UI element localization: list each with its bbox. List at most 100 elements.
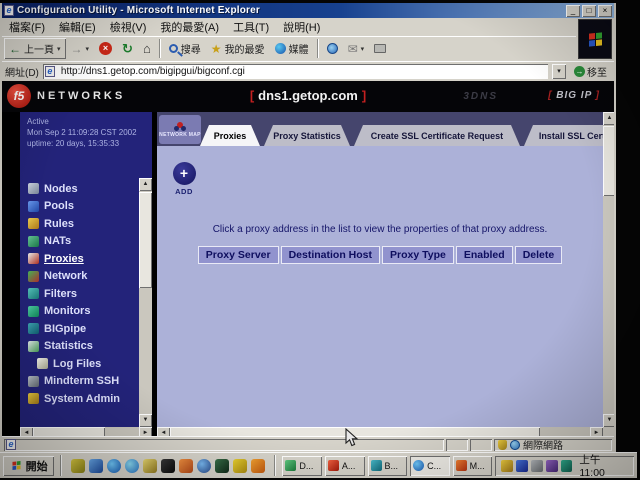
zone-shield-icon [498, 440, 507, 450]
menu-edit[interactable]: 編輯(E) [52, 18, 103, 36]
tray-icon-5[interactable] [561, 460, 573, 472]
tray-icon-1[interactable] [501, 460, 513, 472]
task-label: D... [299, 461, 313, 471]
history-button[interactable] [322, 38, 343, 59]
taskbar-window-button-3[interactable]: B... [368, 456, 408, 476]
quicklaunch-horn-icon[interactable] [251, 459, 265, 473]
sidebar-item-log-files[interactable]: Log Files [28, 355, 120, 373]
stop-icon: × [99, 42, 112, 55]
sidebar-vertical-scrollbar[interactable]: ▲ ▼ [139, 178, 152, 427]
scroll-up-icon[interactable]: ▲ [603, 112, 614, 125]
quicklaunch-acrobat-icon[interactable] [179, 459, 193, 473]
taskbar-window-button-5[interactable]: M... [453, 456, 493, 476]
sidebar-item-label: Rules [44, 218, 74, 230]
scroll-thumb[interactable] [139, 192, 152, 288]
menu-help[interactable]: 說明(H) [276, 18, 327, 36]
start-button[interactable]: 開始 [3, 456, 54, 476]
tab-install-ssl-certificate[interactable]: Install SSL Certifi [524, 125, 614, 146]
sidebar-item-bigpipe[interactable]: BIGpipe [28, 320, 120, 338]
home-button[interactable]: ⌂ [138, 38, 156, 59]
status-pane [470, 439, 492, 451]
sidebar-item-mindterm-ssh[interactable]: Mindterm SSH [28, 373, 120, 391]
favorites-button[interactable]: ★ 我的最愛 [206, 38, 270, 59]
sidebar-item-network[interactable]: Network [28, 268, 120, 286]
menu-view[interactable]: 檢視(V) [103, 18, 154, 36]
scroll-thumb[interactable] [603, 126, 614, 196]
column-delete[interactable]: Delete [515, 246, 563, 264]
mail-dropdown-icon[interactable]: ▾ [361, 45, 365, 53]
quicklaunch-outlook-icon[interactable] [125, 459, 139, 473]
mindterm-ssh-icon [28, 376, 39, 387]
log-files-icon [37, 358, 48, 369]
search-button[interactable]: 搜尋 [164, 38, 206, 59]
add-button[interactable]: + [173, 162, 196, 185]
quicklaunch-desktop-icon[interactable] [71, 459, 85, 473]
taskbar-window-button-2[interactable]: A... [325, 456, 365, 476]
scroll-up-icon[interactable]: ▲ [139, 178, 152, 191]
refresh-button[interactable]: ↻ [117, 38, 138, 59]
filters-icon [28, 288, 39, 299]
back-button[interactable]: ← 上一頁 ▾ [4, 38, 66, 59]
forward-button[interactable]: → ▾ [66, 38, 95, 59]
menu-file[interactable]: 檔案(F) [2, 18, 52, 36]
maximize-button[interactable]: □ [582, 5, 596, 17]
media-button[interactable]: 媒體 [270, 38, 314, 59]
sidebar-item-nodes[interactable]: Nodes [28, 180, 120, 198]
status-message-pane: e [4, 439, 444, 451]
quicklaunch-media-icon[interactable] [215, 459, 229, 473]
sidebar-item-label: NATs [44, 235, 71, 247]
sidebar-item-nats[interactable]: NATs [28, 233, 120, 251]
title-bar: e Configuration Utility - Microsoft Inte… [2, 3, 614, 18]
sidebar-item-filters[interactable]: Filters [28, 285, 120, 303]
tab-proxy-statistics[interactable]: Proxy Statistics [264, 125, 350, 146]
quick-launch [68, 459, 268, 473]
close-button[interactable]: × [598, 5, 612, 17]
windows-flag-icon [589, 32, 602, 46]
tray-icon-3[interactable] [531, 460, 543, 472]
scroll-down-icon[interactable]: ▼ [603, 414, 614, 427]
go-button[interactable]: → 移至 [570, 63, 611, 80]
sidebar-item-statistics[interactable]: Statistics [28, 338, 120, 356]
column-destination-host[interactable]: Destination Host [281, 246, 380, 264]
proxies-content: + ADD Click a proxy address in the list … [157, 146, 603, 427]
stop-button[interactable]: × [94, 38, 117, 59]
quicklaunch-messenger-icon[interactable] [197, 459, 211, 473]
column-proxy-type[interactable]: Proxy Type [382, 246, 454, 264]
quicklaunch-ie-icon[interactable] [107, 459, 121, 473]
quicklaunch-keys-icon[interactable] [233, 459, 247, 473]
network-map-button[interactable]: NETWORK MAP [159, 115, 201, 144]
instruction-text: Click a proxy address in the list to vie… [157, 224, 603, 235]
address-input[interactable]: e http://dns1.getop.com/bigipgui/bigconf… [43, 64, 548, 79]
quicklaunch-terminal-icon[interactable] [161, 459, 175, 473]
sidebar-item-proxies[interactable]: Proxies [28, 250, 120, 268]
minimize-button[interactable]: _ [566, 5, 580, 17]
scroll-down-icon[interactable]: ▼ [139, 414, 152, 427]
tray-icon-2[interactable] [516, 460, 528, 472]
sidebar-item-system-admin[interactable]: System Admin [28, 390, 120, 408]
forward-dropdown-icon[interactable]: ▾ [86, 45, 90, 53]
taskbar-window-button-1[interactable]: D... [282, 456, 322, 476]
sidebar-item-pools[interactable]: Pools [28, 198, 120, 216]
menu-favorites[interactable]: 我的最愛(A) [153, 18, 226, 36]
tray-icon-4[interactable] [546, 460, 558, 472]
main-vertical-scrollbar[interactable]: ▲ ▼ [603, 112, 614, 427]
bigip-label: [ BIG IP ] [548, 90, 600, 101]
network-map-icon [174, 122, 186, 131]
menu-tools[interactable]: 工具(T) [226, 18, 276, 36]
quicklaunch-explorer-icon[interactable] [143, 459, 157, 473]
column-enabled[interactable]: Enabled [456, 246, 513, 264]
sidebar-item-monitors[interactable]: Monitors [28, 303, 120, 321]
back-dropdown-icon[interactable]: ▾ [57, 45, 61, 53]
nodes-icon [28, 183, 39, 194]
print-button[interactable] [369, 38, 391, 59]
address-dropdown-button[interactable]: ▾ [552, 64, 566, 79]
tab-proxies[interactable]: Proxies [200, 125, 260, 146]
tab-create-ssl-certificate-request[interactable]: Create SSL Certificate Request [354, 125, 520, 146]
quicklaunch-monitor-icon[interactable] [89, 459, 103, 473]
taskbar: 開始 D... A... B... [0, 452, 637, 478]
taskbar-window-button-4-active[interactable]: C... [410, 456, 450, 476]
task-icon [456, 460, 467, 471]
sidebar-item-rules[interactable]: Rules [28, 215, 120, 233]
column-proxy-server[interactable]: Proxy Server [198, 246, 279, 264]
mail-button[interactable]: ✉ ▾ [343, 38, 370, 59]
